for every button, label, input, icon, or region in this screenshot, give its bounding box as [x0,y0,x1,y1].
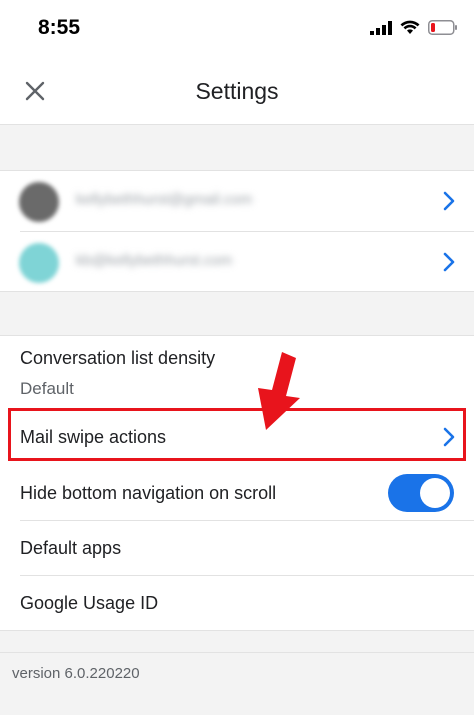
section-spacer [0,292,474,335]
hide-nav-label: Hide bottom navigation on scroll [20,483,277,503]
account-email: kellybethhurst@gmail.com [76,191,253,208]
chevron-right-icon [443,252,455,272]
default-apps-label: Default apps [20,538,122,558]
section-spacer [0,125,474,170]
toggle-knob [420,478,450,508]
page-title: Settings [195,78,279,104]
version-text: version 6.0.220220 [12,665,140,682]
chevron-right-icon [443,191,455,211]
avatar [19,182,59,222]
density-value: Default [20,379,74,398]
swipe-label: Mail swipe actions [20,427,167,447]
status-time: 8:55 [38,16,81,39]
mail-swipe-actions-setting[interactable]: Mail swipe actions [0,410,474,462]
google-usage-id-setting[interactable]: Google Usage ID [0,576,474,630]
wifi-icon [400,20,420,34]
hide-nav-toggle[interactable] [388,474,454,512]
avatar [19,243,59,283]
status-bar: 8:55 [0,0,474,60]
status-icons [370,20,458,35]
footer-divider [0,652,474,653]
usage-id-label: Google Usage ID [20,593,159,613]
default-apps-setting[interactable]: Default apps [0,521,474,575]
account-row[interactable]: kellybethhurst@gmail.com [0,171,474,231]
account-row[interactable]: kb@kellybethhurst.com [0,232,474,292]
battery-icon [428,20,457,35]
account-email: kb@kellybethhurst.com [76,252,233,269]
app-header: Settings [0,60,474,124]
red-arrow-icon [258,352,300,430]
density-label: Conversation list density [20,348,216,368]
hide-bottom-nav-setting[interactable]: Hide bottom navigation on scroll [0,465,474,520]
signal-icon [370,20,392,35]
chevron-right-icon [443,427,455,447]
conversation-density-setting[interactable]: Conversation list density Default [0,336,474,408]
